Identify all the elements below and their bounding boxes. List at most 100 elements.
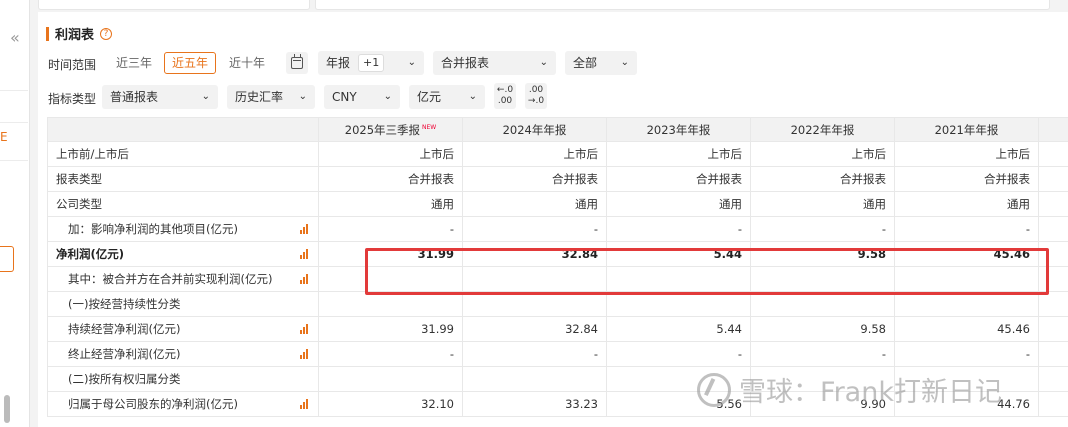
- value-cell: 上市后: [462, 141, 607, 167]
- unit-select[interactable]: 亿元 ⌄: [409, 85, 485, 109]
- time-option-3y[interactable]: 近三年: [108, 52, 160, 74]
- top-tab-stub[interactable]: [38, 0, 310, 10]
- chevron-down-icon: ⌄: [468, 91, 477, 102]
- value-cell: 合并报表: [606, 166, 751, 192]
- table-row: 上市前/上市后 上市后 上市后 上市后 上市后 上市后: [47, 141, 1068, 167]
- bar-chart-icon[interactable]: [300, 324, 310, 334]
- title-accent-bar: [46, 26, 49, 41]
- chevron-down-icon: ⌄: [298, 91, 307, 102]
- row-label: 公司类型: [56, 197, 102, 211]
- row-label: (一)按经营持续性分类: [68, 297, 181, 311]
- value-cell: 5.44: [606, 241, 751, 267]
- watermark: 雪球：Frank打新日记: [697, 370, 1002, 409]
- value-cell: [750, 266, 895, 292]
- period-select[interactable]: 年报 +1 ⌄: [318, 51, 424, 75]
- value-cell: 上市后: [750, 141, 895, 167]
- row-label: 归属于母公司股东的净利润(亿元): [68, 397, 238, 411]
- value-cell: -: [462, 341, 607, 367]
- sidebar-active-marker[interactable]: E: [0, 130, 8, 154]
- currency-select[interactable]: CNY ⌄: [324, 85, 400, 109]
- value-cell: 上市后: [318, 141, 463, 167]
- chevron-down-icon: ⌄: [383, 91, 392, 102]
- value-cell: [606, 291, 751, 317]
- calendar-icon: [291, 54, 303, 69]
- table-row: 持续经营净利润(亿元) 31.99 32.84 5.44 9.58 45.46: [47, 316, 1068, 342]
- unit-value: 亿元: [417, 90, 442, 104]
- value-cell: [318, 266, 463, 292]
- bar-chart-icon[interactable]: [300, 224, 310, 234]
- row-label: 报表类型: [56, 172, 102, 186]
- value-cell: -: [750, 341, 895, 367]
- chevron-down-icon: ⌄: [201, 91, 210, 102]
- panel-header: 利润表 ?: [46, 24, 113, 43]
- report-type-select[interactable]: 合并报表 ⌄: [433, 51, 556, 75]
- help-icon[interactable]: ?: [100, 27, 113, 40]
- filler-cell: [1038, 341, 1068, 367]
- value-cell: -: [606, 216, 751, 242]
- column-header[interactable]: 2021年年报: [894, 117, 1039, 142]
- table-row: 加：影响净利润的其他项目(亿元) - - - - -: [47, 216, 1068, 242]
- value-cell: -: [462, 216, 607, 242]
- decrease-decimals-button[interactable]: ←.0 .00: [494, 83, 516, 109]
- column-header[interactable]: 2023年年报: [606, 117, 751, 142]
- value-cell: 9.58: [750, 316, 895, 342]
- row-label-cell: 终止经营净利润(亿元): [47, 341, 319, 367]
- value-cell: -: [894, 341, 1039, 367]
- row-label: 其中：被合并方在合并前实现利润(亿元): [68, 272, 273, 286]
- value-cell: [462, 366, 607, 392]
- filler-cell: [1038, 266, 1068, 292]
- value-cell: 32.84: [462, 316, 607, 342]
- filler-cell: [1038, 141, 1068, 167]
- increase-decimals-button[interactable]: .00 →.0: [525, 83, 547, 109]
- table-header-row: 2025年三季报 NEW 2024年年报 2023年年报 2022年年报 2021…: [47, 117, 1068, 142]
- time-option-10y[interactable]: 近十年: [221, 52, 273, 74]
- time-option-5y[interactable]: 近五年: [164, 52, 217, 74]
- chevron-down-icon: ⌄: [407, 57, 416, 68]
- filler-cell: [1038, 366, 1068, 392]
- exchange-rate-value: 历史汇率: [235, 90, 284, 104]
- sidebar-divider: [0, 122, 28, 123]
- row-label-cell: 公司类型: [47, 191, 319, 217]
- value-cell: 31.99: [318, 316, 463, 342]
- sidebar-scrollbar[interactable]: [4, 395, 10, 423]
- value-cell: 45.46: [894, 241, 1039, 267]
- column-header[interactable]: 2025年三季报 NEW: [318, 117, 463, 142]
- header-filler-cell: [1038, 117, 1068, 142]
- filler-cell: [1038, 291, 1068, 317]
- column-header[interactable]: 2024年年报: [462, 117, 607, 142]
- table-row: 报表类型 合并报表 合并报表 合并报表 合并报表 合并报表: [47, 166, 1068, 192]
- collapse-sidebar-icon[interactable]: «: [10, 28, 26, 50]
- value-cell: [462, 266, 607, 292]
- column-header-label: 2025年三季报: [344, 122, 421, 137]
- indicator-select[interactable]: 普通报表 ⌄: [102, 85, 218, 109]
- value-cell: -: [318, 341, 463, 367]
- table-row: 其中：被合并方在合并前实现利润(亿元): [47, 266, 1068, 292]
- calendar-button[interactable]: [286, 52, 308, 74]
- filler-cell: [1038, 216, 1068, 242]
- bar-chart-icon[interactable]: [300, 249, 310, 259]
- column-header[interactable]: 2022年年报: [750, 117, 895, 142]
- exchange-rate-select[interactable]: 历史汇率 ⌄: [227, 85, 315, 109]
- left-sidebar: « E: [0, 0, 30, 427]
- row-label-cell: 其中：被合并方在合并前实现利润(亿元): [47, 266, 319, 292]
- bar-chart-icon[interactable]: [300, 349, 310, 359]
- report-type-value: 合并报表: [441, 56, 490, 70]
- value-cell: 33.23: [462, 391, 607, 417]
- row-label: 上市前/上市后: [56, 147, 129, 161]
- bar-chart-icon[interactable]: [300, 399, 310, 409]
- filler-cell: [1038, 166, 1068, 192]
- value-cell: 5.44: [606, 316, 751, 342]
- value-cell: 合并报表: [318, 166, 463, 192]
- value-cell: 通用: [462, 191, 607, 217]
- sidebar-divider: [0, 90, 28, 91]
- indicator-type-label: 指标类型: [48, 92, 97, 106]
- indicator-value: 普通报表: [110, 90, 159, 104]
- table-row: 终止经营净利润(亿元) - - - - -: [47, 341, 1068, 367]
- sidebar-selected-item[interactable]: [0, 246, 14, 272]
- filler-cell: [1038, 191, 1068, 217]
- top-tab-stub[interactable]: [315, 0, 1050, 10]
- row-label: 终止经营净利润(亿元): [68, 347, 181, 361]
- period-extra-badge[interactable]: +1: [358, 54, 385, 72]
- bar-chart-icon[interactable]: [300, 274, 310, 284]
- scope-select[interactable]: 全部 ⌄: [565, 51, 637, 75]
